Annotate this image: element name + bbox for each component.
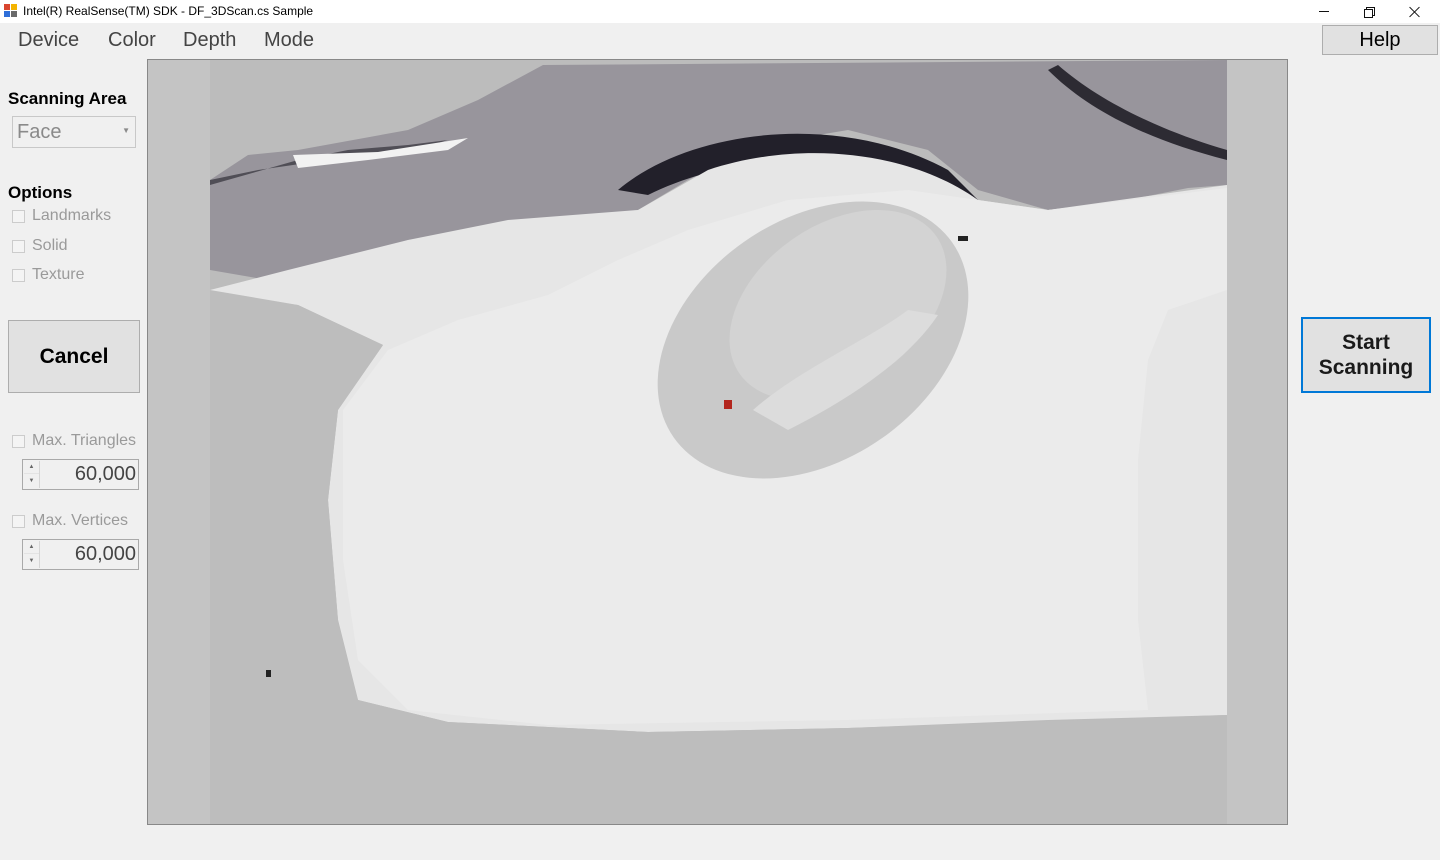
depth-image	[148, 60, 1287, 824]
minimize-icon	[1319, 11, 1329, 12]
max-triangles-value[interactable]: 60,000	[75, 463, 136, 486]
menu-color[interactable]: Color	[108, 27, 156, 54]
spin-down-icon[interactable]: ▼	[24, 554, 39, 567]
options-label: Options	[8, 183, 73, 202]
menu-depth[interactable]: Depth	[183, 27, 236, 54]
restore-icon	[1364, 6, 1375, 18]
scanning-area-select[interactable]: Face ▼	[12, 116, 136, 148]
max-vertices-value[interactable]: 60,000	[75, 543, 136, 566]
scanning-area-value: Face	[17, 121, 62, 143]
stepper-arrows: ▲ ▼	[24, 461, 40, 488]
stepper-arrows: ▲ ▼	[24, 541, 40, 568]
depth-preview[interactable]	[147, 59, 1288, 825]
spin-up-icon[interactable]: ▲	[24, 541, 39, 554]
max-triangles-stepper[interactable]: ▲ ▼ 60,000	[22, 459, 139, 490]
start-scanning-line1: Start	[1342, 331, 1390, 354]
spin-up-icon[interactable]: ▲	[24, 461, 39, 474]
restore-button[interactable]	[1346, 0, 1392, 23]
max-vertices-checkbox[interactable]: Max. Vertices	[12, 512, 128, 530]
start-scanning-line2: Scanning	[1318, 356, 1414, 379]
minimize-button[interactable]	[1301, 0, 1347, 23]
max-vertices-stepper[interactable]: ▲ ▼ 60,000	[22, 539, 139, 570]
max-triangles-checkbox[interactable]: Max. Triangles	[12, 432, 136, 450]
checkbox-box[interactable]	[12, 514, 25, 528]
max-vertices-label: Max. Vertices	[32, 512, 129, 529]
close-button[interactable]	[1392, 0, 1438, 23]
help-button[interactable]: Help	[1322, 25, 1438, 55]
menu-mode[interactable]: Mode	[264, 27, 314, 54]
checkbox-box[interactable]	[12, 268, 25, 282]
start-scanning-button[interactable]: Start Scanning	[1301, 317, 1431, 393]
solid-label: Solid	[32, 237, 68, 254]
checkbox-box[interactable]	[12, 239, 25, 253]
cancel-button[interactable]: Cancel	[8, 320, 140, 393]
landmarks-checkbox[interactable]: Landmarks	[12, 207, 111, 225]
spin-down-icon[interactable]: ▼	[24, 474, 39, 487]
depth-marker	[724, 400, 732, 409]
solid-checkbox[interactable]: Solid	[12, 237, 68, 255]
scanning-area-label: Scanning Area	[8, 89, 127, 108]
checkbox-box[interactable]	[12, 434, 25, 448]
close-icon	[1409, 6, 1421, 18]
title-bar: Intel(R) RealSense(TM) SDK - DF_3DScan.c…	[0, 0, 1440, 23]
chevron-down-icon: ▼	[122, 126, 130, 135]
menu-bar: Device Color Depth Mode	[0, 23, 1300, 57]
texture-label: Texture	[32, 266, 85, 283]
menu-device[interactable]: Device	[18, 27, 79, 54]
checkbox-box[interactable]	[12, 209, 25, 223]
landmarks-label: Landmarks	[32, 207, 112, 224]
texture-checkbox[interactable]: Texture	[12, 266, 84, 284]
window-title: Intel(R) RealSense(TM) SDK - DF_3DScan.c…	[23, 4, 314, 18]
app-icon[interactable]	[4, 4, 18, 18]
max-triangles-label: Max. Triangles	[32, 432, 137, 449]
